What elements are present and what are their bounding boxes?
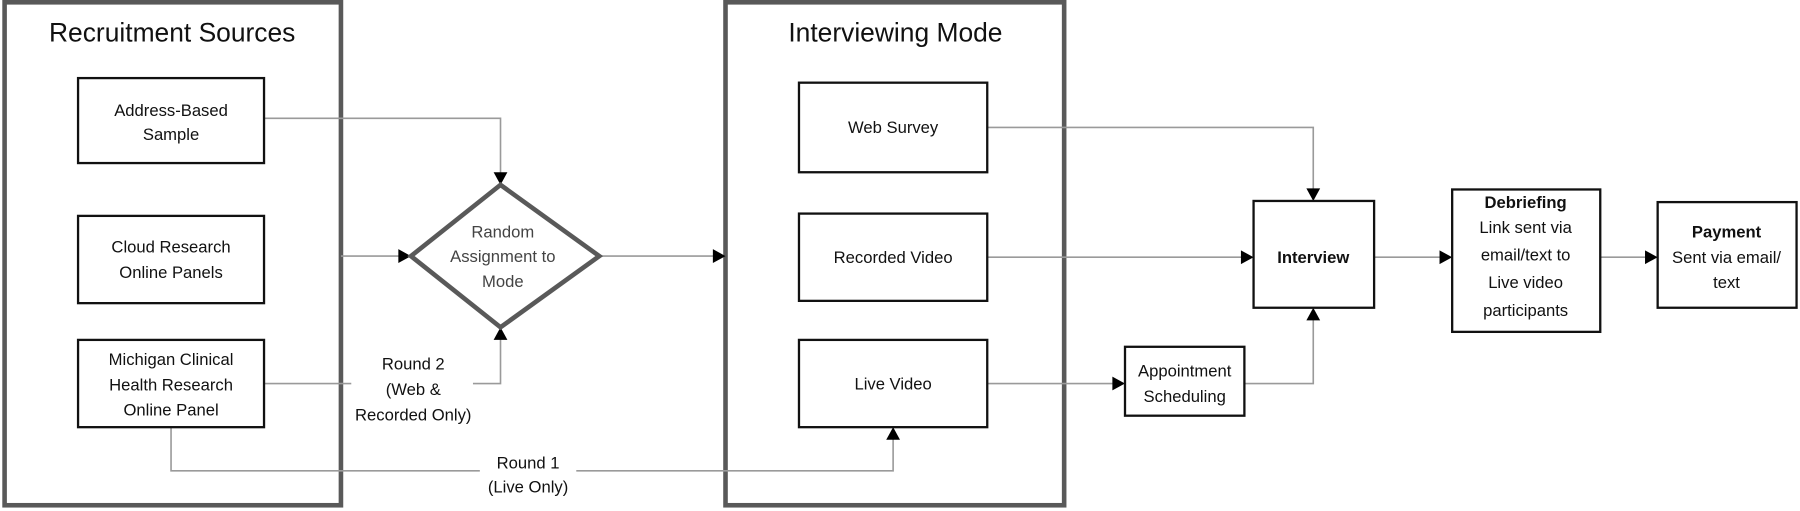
arrow-head: [1112, 376, 1125, 391]
arrow-head: [1306, 188, 1321, 201]
node-label: email/text to: [1481, 246, 1571, 265]
node-title: Payment: [1692, 223, 1762, 242]
edge-label-round1: Round 1: [497, 454, 560, 473]
node-label: Assignment to: [450, 247, 555, 266]
interviewing-mode-title: Interviewing Mode: [788, 17, 1002, 47]
edge-label-round2: Recorded Only): [355, 405, 471, 424]
node-address-based-sample: [76, 76, 266, 165]
node-label: Mode: [482, 272, 524, 291]
node-label: Recorded Video: [834, 248, 953, 267]
node-label: Scheduling: [1144, 387, 1226, 406]
node-label: participants: [1483, 301, 1568, 320]
edge-label-round2: (Web &: [386, 380, 441, 399]
edge-address-to-random: [264, 117, 502, 175]
edge-label-round1: (Live Only): [488, 478, 568, 497]
arrow-head: [886, 427, 900, 440]
node-label: Sample: [143, 125, 199, 144]
flow-diagram: Recruitment Sources Interviewing Mode Ad…: [2, 0, 1798, 508]
node-label: Live Video: [854, 374, 931, 393]
node-label: Random: [471, 223, 534, 242]
node-label: Link sent via: [1479, 218, 1572, 237]
node-label: Web Survey: [848, 118, 939, 137]
node-label: Live video: [1488, 273, 1563, 292]
arrow-head: [1306, 307, 1321, 321]
edge-round1-to-live: [576, 437, 894, 472]
node-label: Health Research: [109, 375, 233, 394]
node-cloud-research: [76, 214, 266, 305]
node-label: Sent via email/: [1672, 248, 1781, 267]
node-label: Online Panels: [119, 263, 222, 282]
edge-michigan-round1: [170, 427, 480, 472]
node-label: Address-Based: [114, 101, 228, 120]
node-label: Michigan Clinical: [109, 350, 234, 369]
edge-round2-to-random: [472, 337, 502, 385]
edge-appointment-to-interview: [1244, 318, 1315, 385]
node-label: text: [1713, 273, 1740, 292]
recruitment-sources-title: Recruitment Sources: [49, 17, 295, 47]
edge-label-round2: Round 2: [382, 355, 445, 374]
arrow-head: [1645, 250, 1658, 265]
node-label: Online Panel: [123, 401, 218, 420]
node-label: Cloud Research: [111, 238, 230, 257]
node-label: Interview: [1277, 248, 1349, 267]
edge-web-to-interview: [987, 126, 1315, 191]
arrow-head: [1439, 250, 1453, 265]
arrow-head: [1240, 250, 1254, 265]
node-title: Debriefing: [1485, 193, 1567, 212]
node-label: Appointment: [1138, 362, 1232, 381]
